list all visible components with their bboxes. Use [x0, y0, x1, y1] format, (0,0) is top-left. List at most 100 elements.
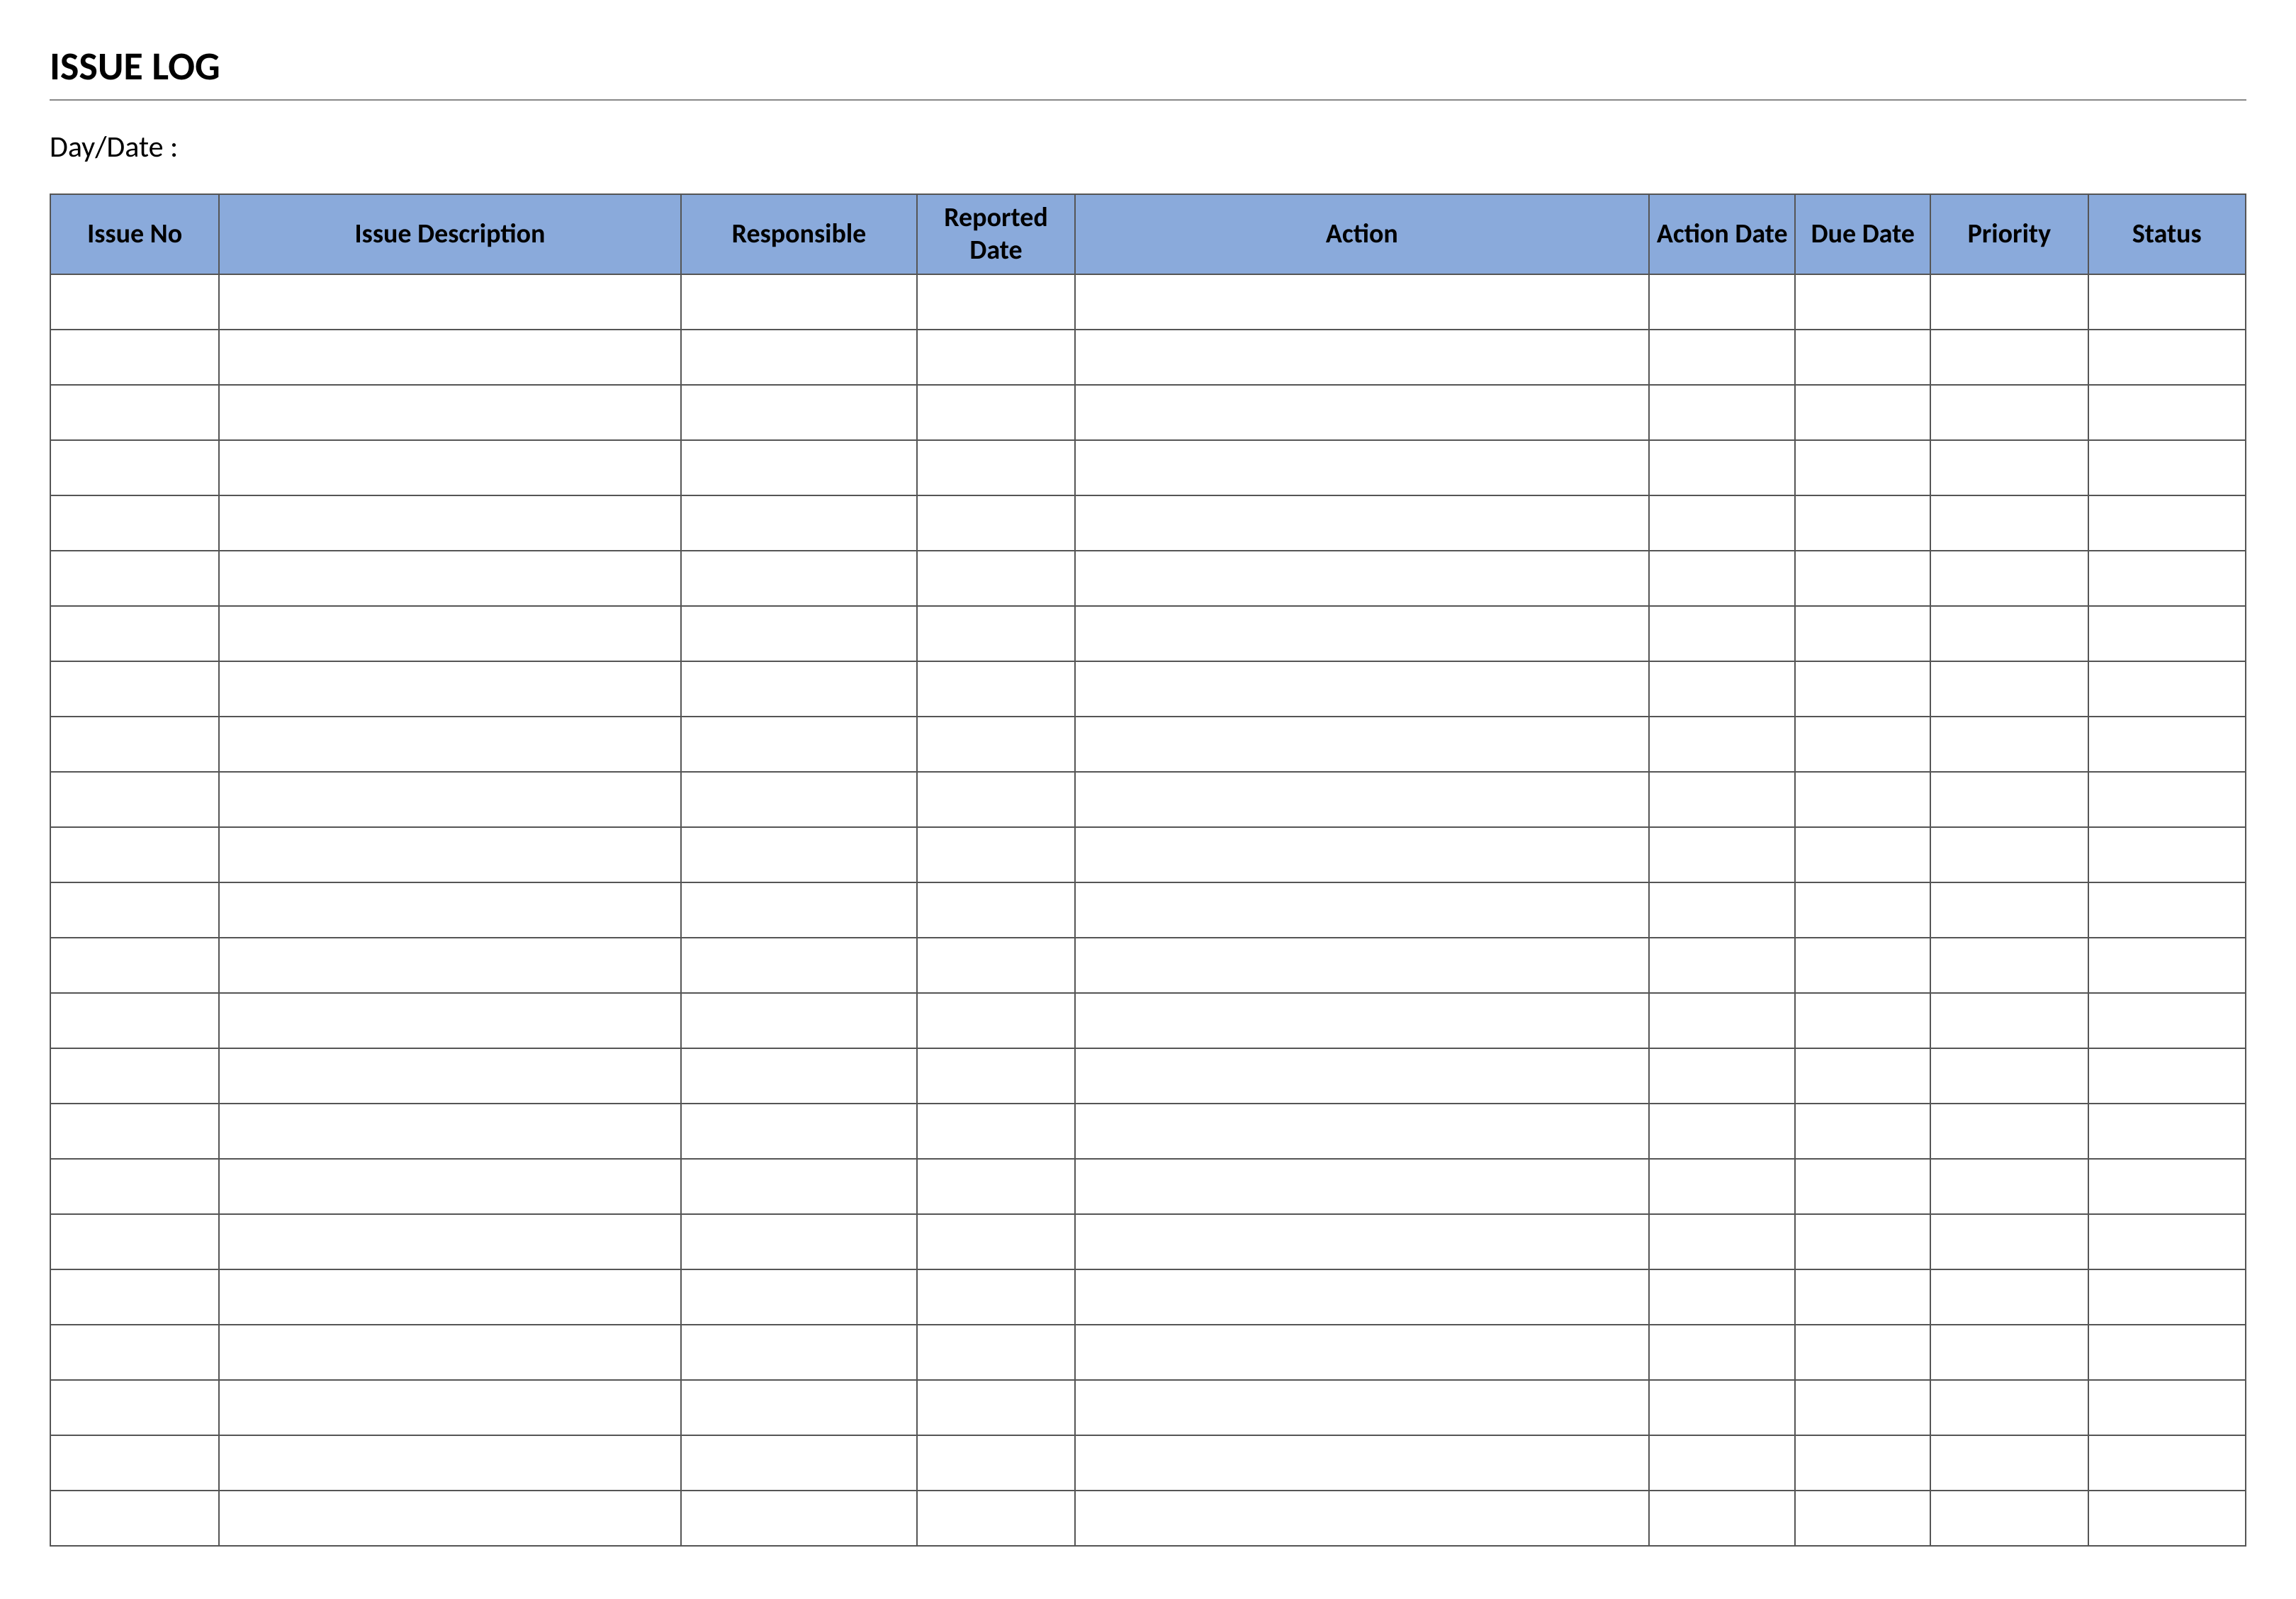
cell-issue-no[interactable] [50, 1325, 219, 1380]
cell-responsible[interactable] [681, 1380, 918, 1435]
cell-priority[interactable] [1930, 1435, 2088, 1491]
cell-action[interactable] [1075, 330, 1649, 385]
cell-issue-description[interactable] [219, 330, 680, 385]
cell-reported-date[interactable] [917, 882, 1074, 938]
cell-action[interactable] [1075, 440, 1649, 495]
cell-status[interactable] [2088, 1491, 2246, 1546]
cell-responsible[interactable] [681, 993, 918, 1048]
cell-action-date[interactable] [1649, 440, 1796, 495]
cell-action-date[interactable] [1649, 1491, 1796, 1546]
cell-reported-date[interactable] [917, 772, 1074, 827]
cell-responsible[interactable] [681, 440, 918, 495]
cell-responsible[interactable] [681, 772, 918, 827]
cell-issue-no[interactable] [50, 1104, 219, 1159]
cell-priority[interactable] [1930, 274, 2088, 330]
cell-due-date[interactable] [1795, 1269, 1930, 1325]
cell-action[interactable] [1075, 717, 1649, 772]
cell-action-date[interactable] [1649, 827, 1796, 882]
cell-status[interactable] [2088, 1325, 2246, 1380]
cell-issue-description[interactable] [219, 772, 680, 827]
cell-action[interactable] [1075, 551, 1649, 606]
cell-reported-date[interactable] [917, 993, 1074, 1048]
cell-due-date[interactable] [1795, 440, 1930, 495]
cell-status[interactable] [2088, 827, 2246, 882]
cell-issue-description[interactable] [219, 606, 680, 661]
cell-priority[interactable] [1930, 1214, 2088, 1269]
cell-issue-description[interactable] [219, 661, 680, 717]
cell-issue-no[interactable] [50, 330, 219, 385]
cell-action[interactable] [1075, 274, 1649, 330]
cell-action-date[interactable] [1649, 385, 1796, 440]
cell-responsible[interactable] [681, 274, 918, 330]
cell-action-date[interactable] [1649, 993, 1796, 1048]
cell-status[interactable] [2088, 1269, 2246, 1325]
cell-issue-no[interactable] [50, 938, 219, 993]
cell-action[interactable] [1075, 1104, 1649, 1159]
cell-action[interactable] [1075, 385, 1649, 440]
cell-action[interactable] [1075, 1159, 1649, 1214]
cell-reported-date[interactable] [917, 1325, 1074, 1380]
cell-status[interactable] [2088, 661, 2246, 717]
cell-issue-description[interactable] [219, 717, 680, 772]
cell-issue-no[interactable] [50, 606, 219, 661]
cell-action-date[interactable] [1649, 882, 1796, 938]
cell-issue-description[interactable] [219, 1048, 680, 1104]
cell-due-date[interactable] [1795, 1435, 1930, 1491]
cell-issue-no[interactable] [50, 385, 219, 440]
cell-priority[interactable] [1930, 1048, 2088, 1104]
cell-action-date[interactable] [1649, 1269, 1796, 1325]
cell-issue-no[interactable] [50, 1214, 219, 1269]
cell-status[interactable] [2088, 1104, 2246, 1159]
cell-action-date[interactable] [1649, 1325, 1796, 1380]
cell-action[interactable] [1075, 882, 1649, 938]
cell-issue-no[interactable] [50, 717, 219, 772]
cell-priority[interactable] [1930, 1269, 2088, 1325]
cell-issue-no[interactable] [50, 1435, 219, 1491]
cell-reported-date[interactable] [917, 1048, 1074, 1104]
cell-action[interactable] [1075, 1214, 1649, 1269]
cell-due-date[interactable] [1795, 717, 1930, 772]
cell-due-date[interactable] [1795, 274, 1930, 330]
cell-responsible[interactable] [681, 1104, 918, 1159]
cell-due-date[interactable] [1795, 661, 1930, 717]
cell-status[interactable] [2088, 1214, 2246, 1269]
cell-action-date[interactable] [1649, 1048, 1796, 1104]
cell-issue-description[interactable] [219, 1435, 680, 1491]
cell-responsible[interactable] [681, 1325, 918, 1380]
cell-action[interactable] [1075, 1269, 1649, 1325]
cell-status[interactable] [2088, 495, 2246, 551]
cell-issue-no[interactable] [50, 827, 219, 882]
cell-status[interactable] [2088, 1380, 2246, 1435]
cell-due-date[interactable] [1795, 1325, 1930, 1380]
cell-responsible[interactable] [681, 1491, 918, 1546]
cell-status[interactable] [2088, 717, 2246, 772]
cell-priority[interactable] [1930, 772, 2088, 827]
cell-issue-description[interactable] [219, 495, 680, 551]
cell-action[interactable] [1075, 661, 1649, 717]
cell-reported-date[interactable] [917, 1435, 1074, 1491]
cell-priority[interactable] [1930, 440, 2088, 495]
cell-reported-date[interactable] [917, 495, 1074, 551]
cell-action[interactable] [1075, 827, 1649, 882]
cell-priority[interactable] [1930, 1325, 2088, 1380]
cell-priority[interactable] [1930, 661, 2088, 717]
cell-responsible[interactable] [681, 661, 918, 717]
cell-issue-no[interactable] [50, 993, 219, 1048]
cell-issue-description[interactable] [219, 1214, 680, 1269]
cell-action[interactable] [1075, 993, 1649, 1048]
cell-priority[interactable] [1930, 882, 2088, 938]
cell-action-date[interactable] [1649, 772, 1796, 827]
cell-due-date[interactable] [1795, 1491, 1930, 1546]
cell-action-date[interactable] [1649, 938, 1796, 993]
cell-issue-no[interactable] [50, 882, 219, 938]
cell-responsible[interactable] [681, 495, 918, 551]
cell-priority[interactable] [1930, 495, 2088, 551]
cell-priority[interactable] [1930, 1159, 2088, 1214]
cell-due-date[interactable] [1795, 938, 1930, 993]
cell-reported-date[interactable] [917, 1380, 1074, 1435]
cell-issue-description[interactable] [219, 385, 680, 440]
cell-priority[interactable] [1930, 385, 2088, 440]
cell-action-date[interactable] [1649, 606, 1796, 661]
cell-priority[interactable] [1930, 717, 2088, 772]
cell-status[interactable] [2088, 274, 2246, 330]
